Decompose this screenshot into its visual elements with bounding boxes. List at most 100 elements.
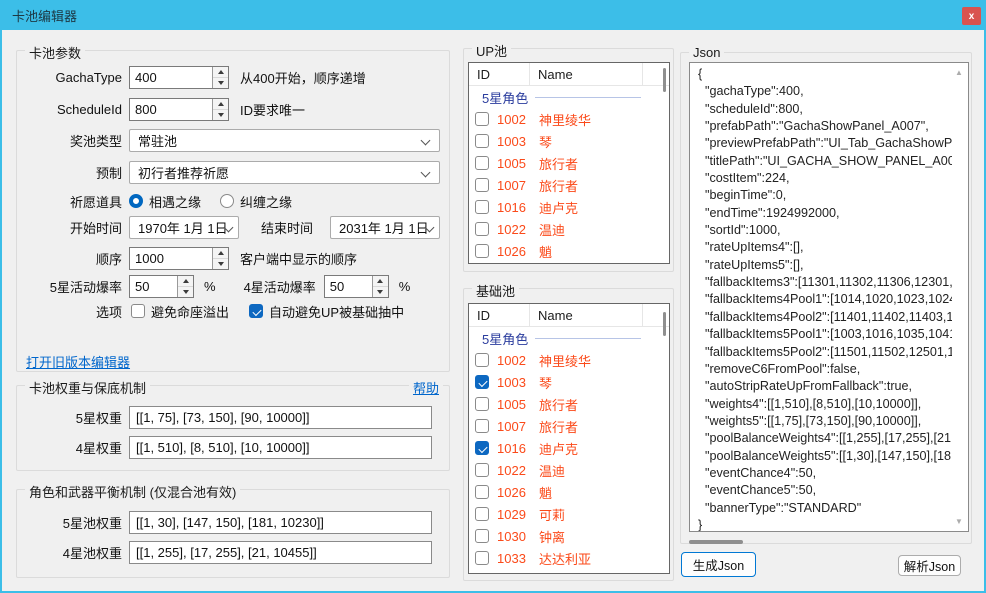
pool-list-item[interactable]: 1022 温迪 <box>469 218 669 240</box>
pool-list-item[interactable]: 1007 旅行者 <box>469 174 669 196</box>
pool-list-item[interactable]: 1030 钟离 <box>469 525 669 547</box>
item-checkbox[interactable] <box>475 463 489 477</box>
id-column-header[interactable]: ID <box>469 63 530 85</box>
event-chance5-input[interactable]: 50 <box>129 275 194 298</box>
sort-input[interactable]: 1000 <box>129 247 229 270</box>
item-checkbox[interactable] <box>475 244 489 258</box>
pool-weights5-input[interactable]: [[1, 30], [147, 150], [181, 10230]] <box>129 511 432 534</box>
scroll-up-icon[interactable]: ▲ <box>955 68 963 77</box>
pool-list-item[interactable]: 1026 魈 <box>469 240 669 262</box>
radio-acquaint-fate-label[interactable]: 相遇之缘 <box>149 192 201 211</box>
pool-list-item[interactable]: 1005 旅行者 <box>469 152 669 174</box>
item-checkbox[interactable] <box>475 353 489 367</box>
up-pool-list[interactable]: ID Name 5星角色 1002 神里绫华 1003 琴 1005 旅行者 1… <box>468 62 670 264</box>
item-id: 1016 <box>497 200 539 215</box>
spin-up-button[interactable] <box>178 276 193 287</box>
pool-list-item[interactable]: 1033 达达利亚 <box>469 547 669 569</box>
pool-list-item[interactable]: 1029 可莉 <box>469 503 669 525</box>
pool-list-item[interactable]: 1035 七七 <box>469 569 669 574</box>
sort-value[interactable]: 1000 <box>130 248 212 269</box>
radio-acquaint-fate[interactable] <box>129 194 143 208</box>
spin-down-button[interactable] <box>178 287 193 297</box>
item-checkbox[interactable] <box>475 551 489 565</box>
item-checkbox[interactable] <box>475 134 489 148</box>
name-column-header[interactable]: Name <box>530 304 643 326</box>
avoid-constellation-overflow-checkbox[interactable] <box>131 304 145 318</box>
item-checkbox[interactable] <box>475 222 489 236</box>
item-checkbox[interactable] <box>475 507 489 521</box>
weights5-input[interactable]: [[1, 75], [73, 150], [90, 10000]] <box>129 406 432 429</box>
radio-intertwined-fate-label[interactable]: 纠缠之缘 <box>240 192 292 211</box>
gacha-type-input[interactable]: 400 <box>129 66 229 89</box>
pool-type-select[interactable]: 常驻池 <box>129 129 440 152</box>
spin-up-button[interactable] <box>373 276 388 287</box>
end-time-picker[interactable]: 2031年 1月 1日 <box>330 216 440 239</box>
spin-down-button[interactable] <box>373 287 388 297</box>
event-chance4-value[interactable]: 50 <box>325 276 372 297</box>
item-checkbox[interactable] <box>475 112 489 126</box>
auto-avoid-up-checkbox[interactable] <box>249 304 263 318</box>
spin-up-button[interactable] <box>213 248 228 259</box>
item-checkbox[interactable] <box>475 397 489 411</box>
pool-list-item[interactable]: 1022 温迪 <box>469 459 669 481</box>
schedule-id-value[interactable]: 800 <box>130 99 212 120</box>
generate-json-button[interactable]: 生成Json <box>681 552 756 577</box>
pool-list-item[interactable]: 1016 迪卢克 <box>469 437 669 459</box>
spin-down-button[interactable] <box>213 259 228 269</box>
pool-list-item[interactable]: 1002 神里绫华 <box>469 349 669 371</box>
horizontal-scrollbar-thumb[interactable] <box>689 540 743 544</box>
item-id: 1005 <box>497 156 539 171</box>
event-chance5-value[interactable]: 50 <box>130 276 177 297</box>
item-id: 1016 <box>497 441 539 456</box>
weights4-input[interactable]: [[1, 510], [8, 510], [10, 10000]] <box>129 436 432 459</box>
item-checkbox[interactable] <box>475 573 489 574</box>
section-divider <box>535 97 641 98</box>
name-column-header[interactable]: Name <box>530 63 643 85</box>
spin-up-button[interactable] <box>213 99 228 110</box>
chevron-down-icon <box>421 168 431 178</box>
help-link[interactable]: 帮助 <box>409 378 443 397</box>
id-column-header[interactable]: ID <box>469 304 530 326</box>
spin-up-button[interactable] <box>213 67 228 78</box>
spin-down-button[interactable] <box>213 110 228 120</box>
pool-weights4-input[interactable]: [[1, 255], [17, 255], [21, 10455]] <box>129 541 432 564</box>
auto-avoid-up-label[interactable]: 自动避免UP被基础抽中 <box>269 302 404 321</box>
item-checkbox[interactable] <box>475 200 489 214</box>
titlebar[interactable]: 卡池编辑器 x <box>0 0 986 30</box>
radio-intertwined-fate[interactable] <box>220 194 234 208</box>
schedule-id-input[interactable]: 800 <box>129 98 229 121</box>
item-checkbox[interactable] <box>475 529 489 543</box>
item-checkbox[interactable] <box>475 375 489 389</box>
item-checkbox[interactable] <box>475 178 489 192</box>
vertical-scrollbar[interactable]: ▲ ▼ <box>952 63 968 531</box>
item-checkbox[interactable] <box>475 156 489 170</box>
parse-json-button[interactable]: 解析Json <box>898 555 961 576</box>
base-pool-list[interactable]: ID Name 5星角色 1002 神里绫华 1003 琴 1005 旅行者 1… <box>468 303 670 574</box>
scroll-down-icon[interactable]: ▼ <box>955 517 963 526</box>
pool-list-item[interactable]: 1003 琴 <box>469 371 669 393</box>
event-chance4-spinner <box>372 276 388 297</box>
json-text[interactable]: { "gachaType":400, "scheduleId":800, "pr… <box>690 63 968 532</box>
gacha-type-value[interactable]: 400 <box>130 67 212 88</box>
item-checkbox[interactable] <box>475 419 489 433</box>
horizontal-scrollbar[interactable] <box>689 540 969 544</box>
spin-down-button[interactable] <box>213 78 228 88</box>
pool-list-item[interactable]: 1016 迪卢克 <box>469 196 669 218</box>
close-button[interactable]: x <box>962 7 981 25</box>
begin-time-picker[interactable]: 1970年 1月 1日 <box>129 216 239 239</box>
pool-list-item[interactable]: 1002 神里绫华 <box>469 108 669 130</box>
down-arrow-icon <box>218 81 224 85</box>
json-textarea[interactable]: { "gachaType":400, "scheduleId":800, "pr… <box>689 62 969 532</box>
event-chance4-input[interactable]: 50 <box>324 275 389 298</box>
pool-list-item[interactable]: 1003 琴 <box>469 130 669 152</box>
item-checkbox[interactable] <box>475 441 489 455</box>
pool-list-item[interactable]: 1007 旅行者 <box>469 415 669 437</box>
preset-select[interactable]: 初行者推荐祈愿 <box>129 161 440 184</box>
open-legacy-editor-link[interactable]: 打开旧版本编辑器 <box>26 352 130 371</box>
pool-list-item[interactable]: 1005 旅行者 <box>469 393 669 415</box>
item-checkbox[interactable] <box>475 485 489 499</box>
scrollbar-thumb[interactable] <box>663 312 666 336</box>
scrollbar-thumb[interactable] <box>663 68 666 92</box>
avoid-constellation-overflow-label[interactable]: 避免命座溢出 <box>151 302 229 321</box>
pool-list-item[interactable]: 1026 魈 <box>469 481 669 503</box>
